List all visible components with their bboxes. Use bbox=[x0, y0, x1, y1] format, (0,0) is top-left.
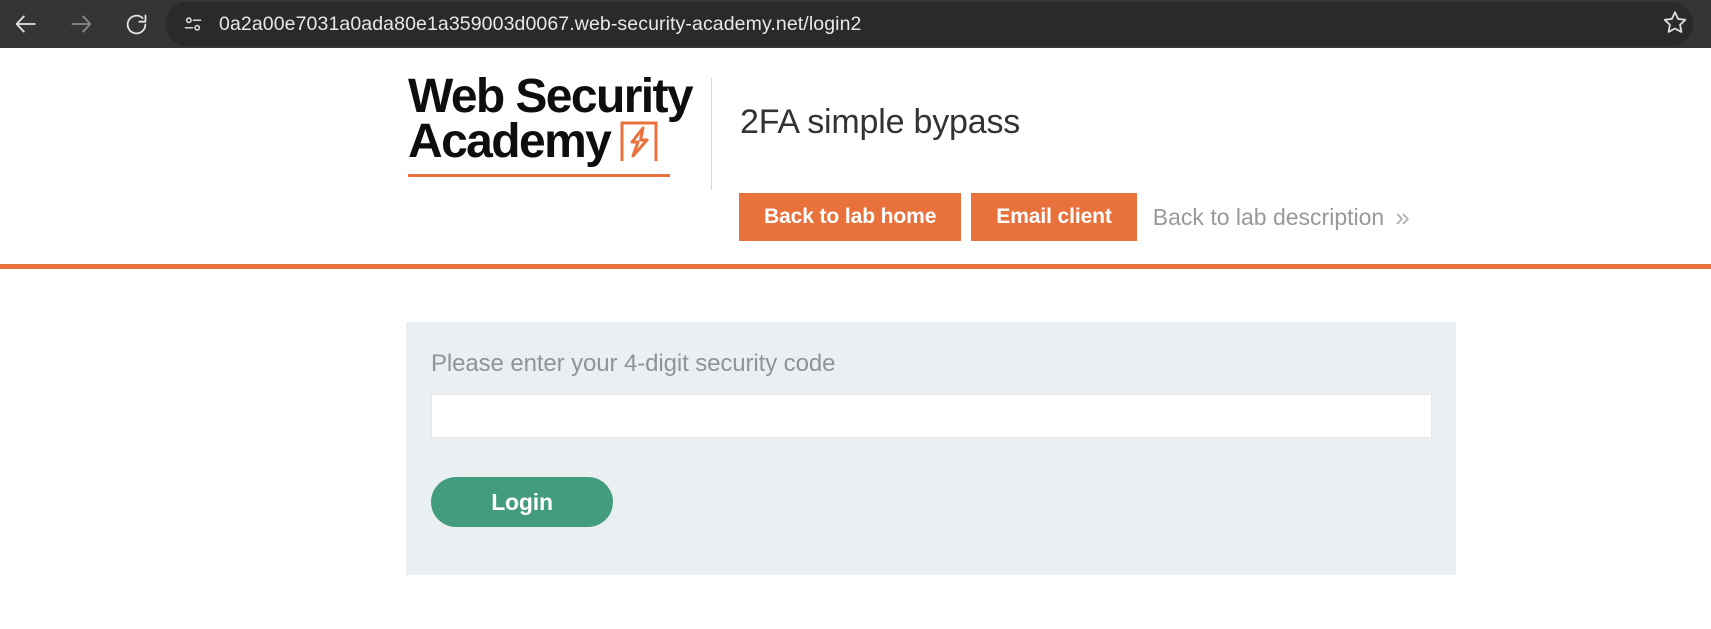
browser-toolbar: 0a2a00e7031a0ada80e1a359003d0067.web-sec… bbox=[0, 0, 1711, 48]
email-client-button[interactable]: Email client bbox=[971, 193, 1137, 241]
back-to-lab-home-button[interactable]: Back to lab home bbox=[739, 193, 962, 241]
tune-sliders-icon[interactable] bbox=[179, 10, 207, 38]
header-accent-rule bbox=[0, 264, 1711, 269]
logo-line-2-text: Academy bbox=[408, 115, 612, 168]
chevron-double-right-icon: » bbox=[1395, 202, 1410, 232]
bookmark-button[interactable] bbox=[1657, 6, 1693, 42]
web-security-academy-logo[interactable]: Web Security Academy bbox=[408, 70, 706, 186]
star-icon bbox=[1662, 9, 1688, 40]
header-divider bbox=[711, 78, 712, 190]
logo-underline bbox=[408, 174, 670, 177]
back-to-lab-description-label: Back to lab description bbox=[1152, 203, 1385, 230]
reload-button[interactable] bbox=[118, 6, 154, 42]
address-bar[interactable]: 0a2a00e7031a0ada80e1a359003d0067.web-sec… bbox=[165, 2, 1693, 46]
login-button[interactable]: Login bbox=[431, 477, 613, 527]
page-content: Web Security Academy 2FA simple bypass B… bbox=[0, 48, 1711, 629]
page-title: 2FA simple bypass bbox=[740, 103, 1021, 141]
lab-actions: Back to lab home Email client Back to la… bbox=[739, 193, 1410, 241]
address-bar-url[interactable]: 0a2a00e7031a0ada80e1a359003d0067.web-sec… bbox=[219, 13, 861, 36]
logo-line-1: Web Security bbox=[408, 70, 694, 123]
forward-button[interactable] bbox=[63, 6, 99, 42]
arrow-left-icon bbox=[13, 11, 39, 37]
back-button[interactable] bbox=[8, 6, 44, 42]
reload-icon bbox=[124, 12, 149, 37]
security-code-input[interactable] bbox=[431, 394, 1432, 438]
lightning-bolt-icon bbox=[619, 120, 659, 162]
academy-header: Web Security Academy 2FA simple bypass B… bbox=[0, 48, 1711, 269]
arrow-right-icon bbox=[68, 11, 94, 37]
security-code-label: Please enter your 4-digit security code bbox=[431, 350, 836, 377]
back-to-lab-description-link[interactable]: Back to lab description » bbox=[1152, 202, 1410, 232]
login-panel: Please enter your 4-digit security code … bbox=[406, 322, 1456, 575]
